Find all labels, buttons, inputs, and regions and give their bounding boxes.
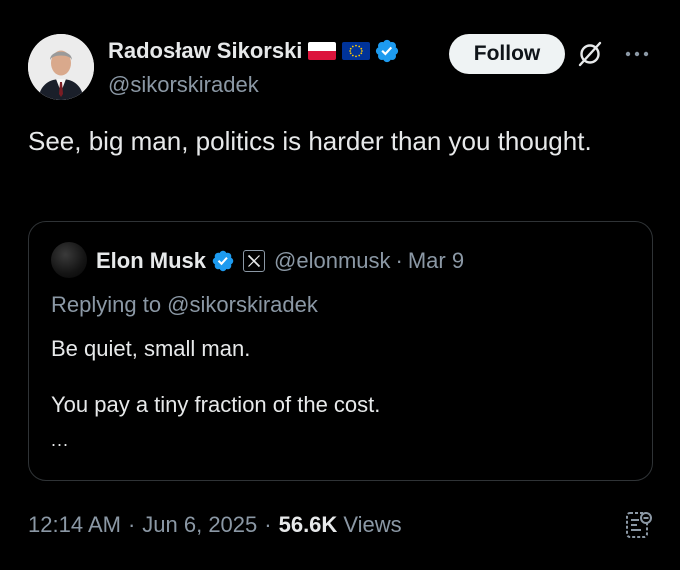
follow-button[interactable]: Follow	[449, 34, 565, 74]
tweet-meta: 12:14 AM · Jun 6, 2025 · 56.6K Views	[28, 512, 402, 538]
separator-dot: ·	[264, 512, 272, 537]
verified-badge-icon	[211, 249, 235, 273]
post-engagements-icon[interactable]	[624, 510, 654, 540]
poland-flag-icon	[308, 42, 337, 60]
author-names: Radosław Sikorski @sikorskiradek	[108, 36, 400, 98]
verified-badge-icon[interactable]	[374, 38, 400, 64]
quoted-author-avatar[interactable]	[51, 242, 87, 278]
views-count: 56.6K	[278, 512, 338, 537]
quoted-tweet[interactable]: Elon Musk @elonmusk · Mar 9 Replying to …	[28, 221, 653, 481]
author-avatar[interactable]	[28, 34, 94, 100]
quoted-header: Elon Musk @elonmusk · Mar 9	[96, 246, 464, 276]
separator-dot: ·	[395, 248, 403, 273]
separator-dot: ·	[127, 512, 136, 537]
quoted-date: Mar 9	[407, 248, 465, 273]
quoted-handle: @elonmusk	[274, 248, 391, 273]
eu-flag-icon	[342, 42, 371, 60]
quoted-body-line: Be quiet, small man.	[51, 336, 251, 361]
replying-to-text: Replying to @sikorskiradek	[51, 292, 318, 317]
quoted-body: Be quiet, small man. You pay a tiny frac…	[51, 334, 380, 420]
grok-icon[interactable]	[576, 40, 604, 68]
author-handle[interactable]: @sikorskiradek	[108, 72, 400, 98]
author-name-row: Radosław Sikorski	[108, 36, 400, 66]
post-time[interactable]: 12:14 AM	[28, 512, 121, 538]
quoted-ellipsis: ...	[51, 430, 70, 450]
views-label: Views	[343, 512, 402, 537]
x-logo-icon	[243, 250, 266, 272]
author-display-name[interactable]: Radosław Sikorski	[108, 38, 302, 64]
tweet-header: Radosław Sikorski @sikorskiradek Follow	[28, 26, 656, 106]
post-date[interactable]: Jun 6, 2025	[142, 512, 257, 538]
more-icon[interactable]	[622, 40, 652, 68]
tweet-text: See, big man, politics is harder than yo…	[28, 126, 592, 156]
quoted-display-name: Elon Musk	[96, 248, 207, 273]
quoted-body-line: You pay a tiny fraction of the cost.	[51, 392, 381, 417]
